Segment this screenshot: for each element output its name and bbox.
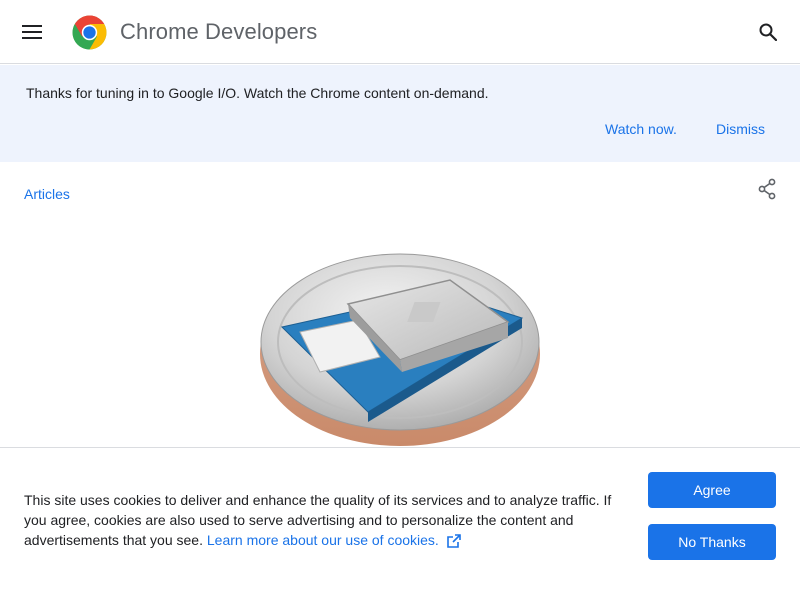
share-button[interactable] bbox=[752, 174, 782, 204]
open-in-new-icon[interactable] bbox=[447, 534, 461, 548]
breadcrumb-articles[interactable]: Articles bbox=[24, 184, 70, 204]
no-thanks-button[interactable]: No Thanks bbox=[648, 524, 776, 560]
share-icon bbox=[758, 178, 776, 200]
search-button[interactable] bbox=[750, 14, 786, 50]
announcement-banner: Thanks for tuning in to Google I/O. Watc… bbox=[0, 65, 800, 162]
agree-button[interactable]: Agree bbox=[648, 472, 776, 508]
watch-now-link[interactable]: Watch now. bbox=[605, 119, 677, 139]
search-icon bbox=[759, 23, 777, 41]
cookie-policy-link[interactable]: Learn more about our use of cookies. bbox=[207, 532, 439, 548]
top-app-bar: Chrome Developers bbox=[0, 0, 800, 64]
cookie-consent-text: This site uses cookies to deliver and en… bbox=[24, 490, 614, 550]
chrome-logo-icon[interactable] bbox=[71, 14, 108, 51]
hero-image bbox=[260, 253, 540, 446]
announcement-text: Thanks for tuning in to Google I/O. Watc… bbox=[26, 85, 489, 101]
hamburger-menu-icon bbox=[22, 25, 42, 39]
page: Chrome Developers Thanks for tuning in t… bbox=[0, 0, 800, 600]
menu-button[interactable] bbox=[14, 14, 50, 50]
dismiss-button[interactable]: Dismiss bbox=[716, 119, 765, 139]
site-title[interactable]: Chrome Developers bbox=[120, 18, 317, 46]
cookie-consent-banner: This site uses cookies to deliver and en… bbox=[0, 447, 800, 600]
